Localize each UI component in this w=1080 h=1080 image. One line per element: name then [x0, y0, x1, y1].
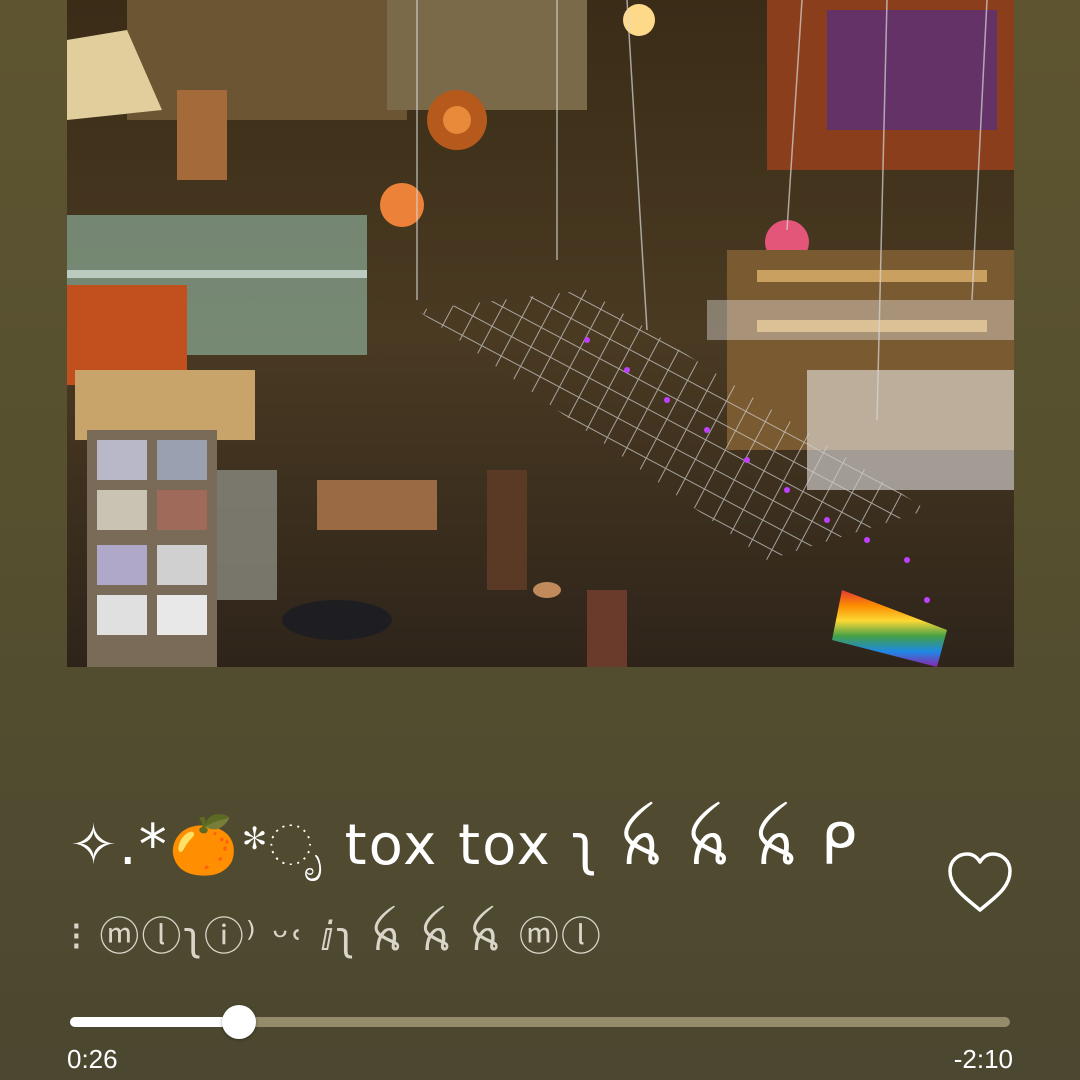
- track-title: ✧.*🍊*ೃ tox tox ʅ ꫝ ꫝ ꫝ ᑭ: [70, 813, 859, 878]
- album-artwork: [67, 0, 1014, 667]
- remaining-time: -2:10: [953, 1044, 1013, 1074]
- heart-outline-icon: [948, 852, 1012, 912]
- elapsed-time: 0:26: [67, 1044, 118, 1074]
- progress-fill: [70, 1017, 240, 1027]
- like-button[interactable]: [946, 850, 1014, 916]
- progress-thumb[interactable]: [222, 1005, 257, 1039]
- track-artist: ⁝ ⓜⓛʅⓘ⁾ ᵕ˓ ⅈʅ ꫝ ꫝ ꫝ ⓜⓛ: [70, 914, 603, 960]
- progress-bar[interactable]: [70, 1005, 1010, 1039]
